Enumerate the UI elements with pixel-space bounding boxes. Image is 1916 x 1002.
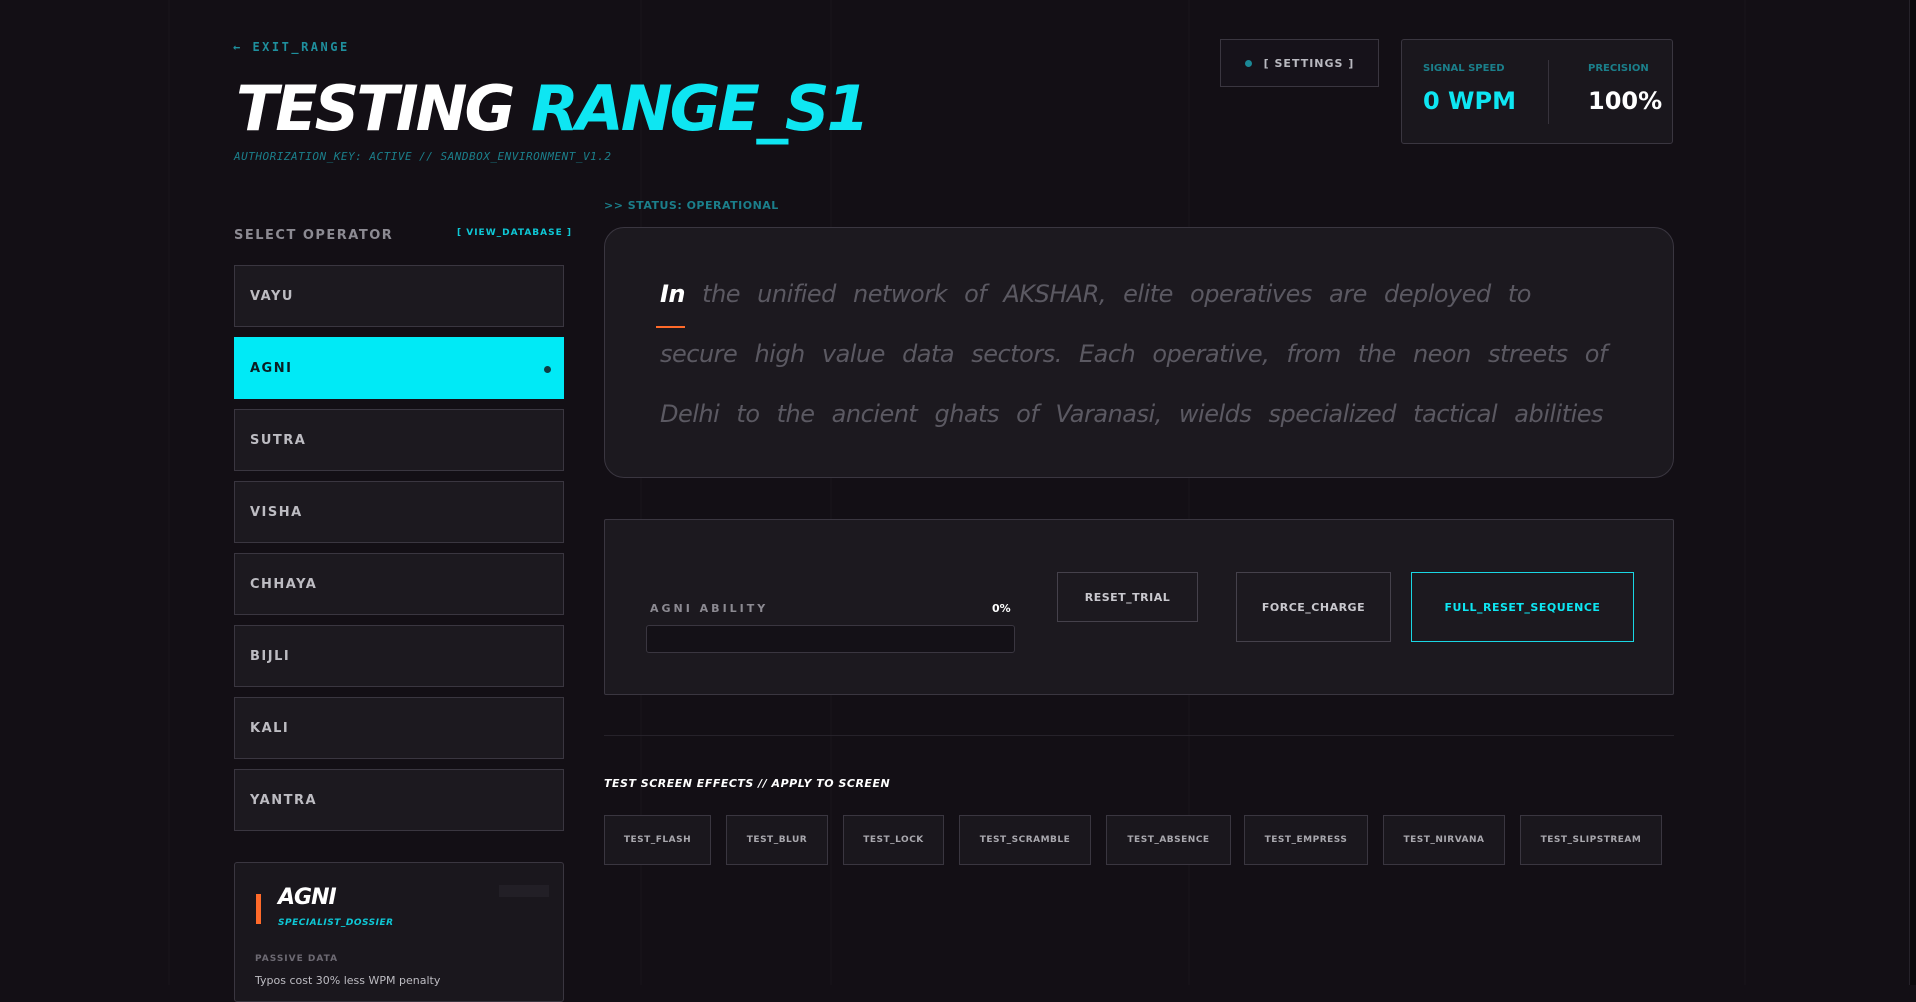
page-title: TESTING RANGE_S1: [236, 72, 870, 145]
reset-trial-button[interactable]: RESET_TRIAL: [1057, 572, 1198, 622]
operator-item-agni[interactable]: AGNI: [234, 337, 564, 399]
operator-item-yantra[interactable]: YANTRA: [234, 769, 564, 831]
dossier-accent-bar: [256, 894, 261, 924]
passive-data-label: PASSIVE DATA: [255, 954, 339, 964]
ability-progress-bar: [646, 625, 1015, 653]
settings-button[interactable]: [ SETTINGS ]: [1220, 39, 1379, 87]
effects-heading: TEST SCREEN EFFECTS // APPLY TO SCREEN: [604, 777, 891, 790]
force-charge-button[interactable]: FORCE_CHARGE: [1236, 572, 1391, 642]
select-operator-heading: SELECT OPERATOR: [234, 228, 394, 243]
dossier-name: AGNI: [278, 885, 337, 910]
operator-item-chhaya[interactable]: CHHAYA: [234, 553, 564, 615]
passive-data-text: Typos cost 30% less WPM penalty: [255, 974, 441, 987]
ability-percent: 0%: [992, 602, 1011, 615]
stats-panel: SIGNAL SPEED 0 WPM PRECISION 100%: [1401, 39, 1673, 144]
scrollbar[interactable]: [1909, 0, 1916, 985]
dossier-ghost-mark: [499, 885, 549, 897]
typing-caret: [656, 326, 685, 328]
line1-rest: the unified network of AKSHAR, elite ope…: [702, 280, 1531, 308]
signal-speed-value: 0 WPM: [1423, 87, 1516, 115]
authorization-line: AUTHORIZATION_KEY: ACTIVE // SANDBOX_ENV…: [234, 150, 612, 163]
current-word: In: [660, 280, 686, 308]
operator-item-bijli[interactable]: BIJLI: [234, 625, 564, 687]
view-database-link[interactable]: [ VIEW_DATABASE ]: [457, 228, 572, 238]
operator-item-label: YANTRA: [250, 792, 318, 808]
full-reset-sequence-button[interactable]: FULL_RESET_SEQUENCE: [1411, 572, 1634, 642]
signal-speed-label: SIGNAL SPEED: [1423, 63, 1505, 74]
operator-item-label: SUTRA: [250, 432, 307, 448]
control-panel: AGNI ABILITY 0% RESET_TRIAL FORCE_CHARGE…: [604, 519, 1674, 695]
section-divider: [604, 735, 1674, 736]
test-slipstream-button[interactable]: TEST_SLIPSTREAM: [1520, 815, 1662, 865]
operator-item-label: CHHAYA: [250, 576, 318, 592]
text-line-1: In the unified network of AKSHAR, elite …: [660, 280, 1531, 308]
background-stripe: [1744, 0, 1746, 985]
operator-item-vayu[interactable]: VAYU: [234, 265, 564, 327]
operator-item-label: AGNI: [250, 360, 293, 376]
stats-divider: [1548, 60, 1549, 124]
status-line: >> STATUS: OPERATIONAL: [604, 199, 779, 212]
typing-text: In the unified network of AKSHAR, elite …: [660, 270, 1620, 455]
operator-dossier: AGNI SPECIALIST_DOSSIER PASSIVE DATA Typ…: [234, 862, 564, 1002]
title-accent: RANGE_S1: [531, 72, 870, 145]
ability-label: AGNI ABILITY: [650, 602, 769, 615]
operator-item-label: VISHA: [250, 504, 303, 520]
precision-label: PRECISION: [1588, 63, 1649, 74]
operator-item-visha[interactable]: VISHA: [234, 481, 564, 543]
text-line-2: secure high value data sectors. Each ope…: [660, 340, 1607, 368]
selected-dot-icon: [544, 366, 551, 373]
test-absence-button[interactable]: TEST_ABSENCE: [1106, 815, 1231, 865]
status-dot-icon: [1244, 59, 1252, 67]
test-empress-button[interactable]: TEST_EMPRESS: [1244, 815, 1368, 865]
exit-range-link[interactable]: ← EXIT_RANGE: [233, 40, 350, 54]
dossier-subtitle: SPECIALIST_DOSSIER: [278, 918, 394, 928]
test-nirvana-button[interactable]: TEST_NIRVANA: [1383, 815, 1505, 865]
text-line-3: Delhi to the ancient ghats of Varanasi, …: [660, 400, 1604, 428]
operator-item-label: BIJLI: [250, 648, 291, 664]
operator-item-label: VAYU: [250, 288, 294, 304]
background-stripe: [168, 0, 170, 985]
test-blur-button[interactable]: TEST_BLUR: [726, 815, 828, 865]
test-lock-button[interactable]: TEST_LOCK: [843, 815, 944, 865]
test-scramble-button[interactable]: TEST_SCRAMBLE: [959, 815, 1091, 865]
precision-value: 100%: [1588, 87, 1663, 115]
operator-item-sutra[interactable]: SUTRA: [234, 409, 564, 471]
typing-text-panel[interactable]: In the unified network of AKSHAR, elite …: [604, 227, 1674, 478]
background-stripe: [830, 0, 832, 985]
test-flash-button[interactable]: TEST_FLASH: [604, 815, 711, 865]
operator-item-label: KALI: [250, 720, 290, 736]
title-primary: TESTING: [236, 72, 515, 145]
operator-item-kali[interactable]: KALI: [234, 697, 564, 759]
settings-label: [ SETTINGS ]: [1263, 56, 1355, 70]
